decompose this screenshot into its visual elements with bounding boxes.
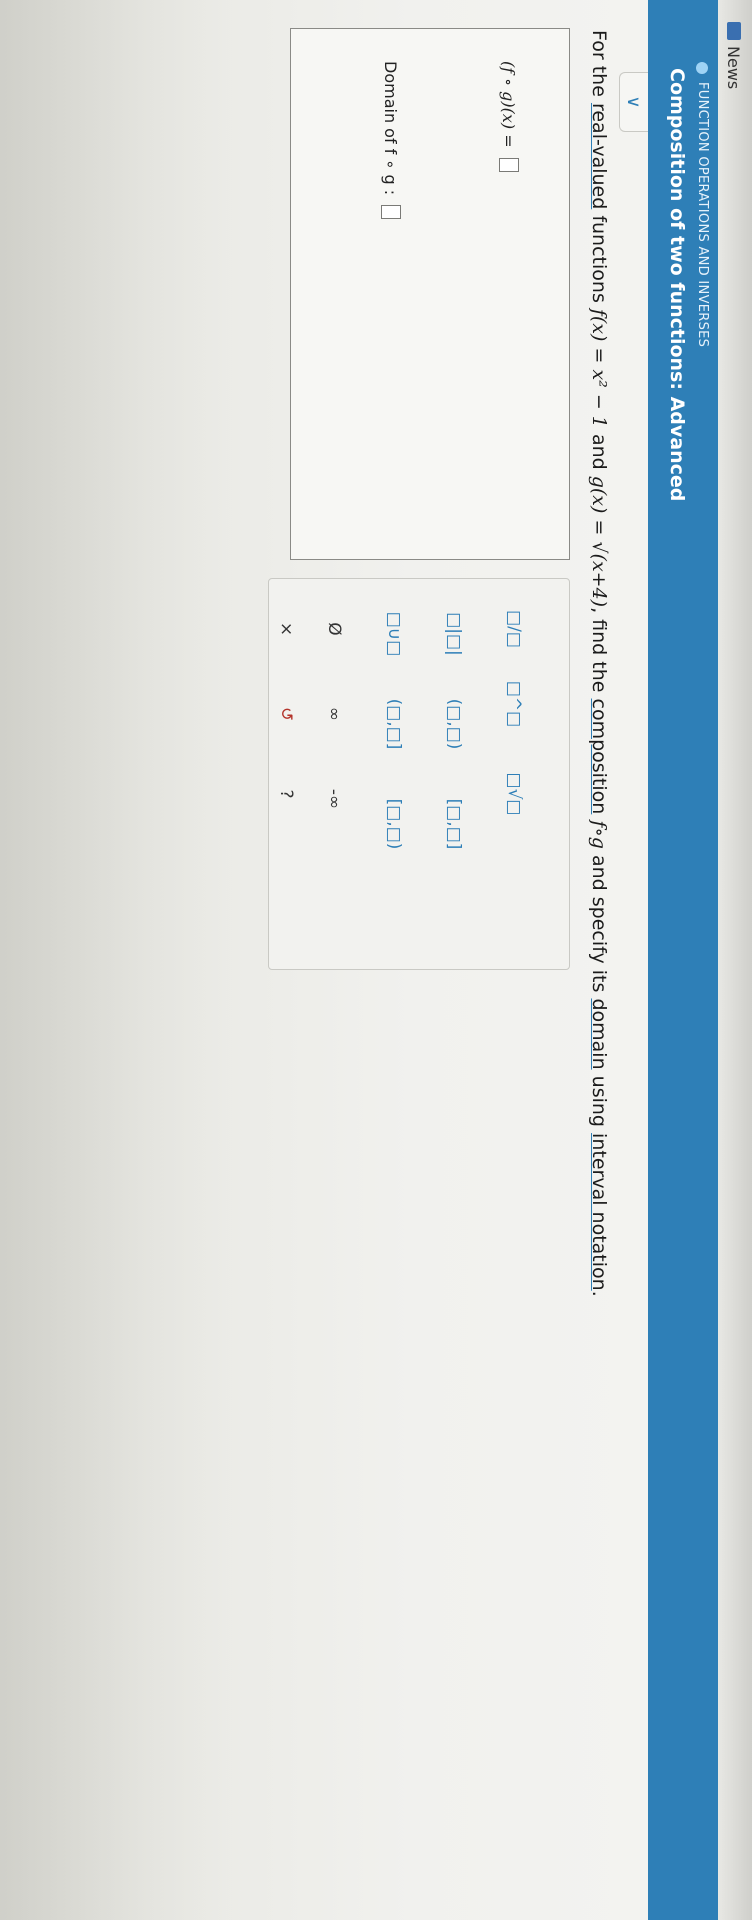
topic-title: Composition of two functions: Advanced <box>666 68 688 502</box>
chevron-down-icon: ∨ <box>623 95 645 109</box>
fog-answer-row: (f ∘ g)(x) = <box>499 61 519 172</box>
section-title: FUNCTION OPERATIONS AND INVERSES <box>695 82 710 348</box>
real-valued-link[interactable]: real-valued <box>588 103 610 209</box>
exponent-key[interactable]: □^□ <box>497 674 531 734</box>
domain-label: Domain of f ∘ g : <box>381 61 401 196</box>
browser-toolbar: News <box>718 0 752 1920</box>
problem-statement: For the real-valued functions f(x) = x² … <box>586 30 612 1910</box>
news-icon <box>727 22 741 40</box>
fraction-key[interactable]: □/□ <box>497 599 531 659</box>
screen: News FUNCTION OPERATIONS AND INVERSES Co… <box>0 0 752 1920</box>
problem-text: . <box>588 1290 610 1297</box>
domain-link[interactable]: domain <box>588 998 610 1069</box>
negative-infinity-key[interactable]: -∞ <box>317 764 351 834</box>
fog-label: (f ∘ g)(x) = <box>499 61 519 148</box>
composition-link[interactable]: composition <box>588 699 610 815</box>
clear-button[interactable]: × <box>269 599 303 659</box>
closed-interval-key[interactable]: [□,□] <box>437 784 471 864</box>
answer-area: (f ∘ g)(x) = Domain of f ∘ g : <box>290 28 570 560</box>
domain-input[interactable] <box>381 205 401 220</box>
section-status-icon <box>696 62 709 74</box>
f-definition: f(x) = x² − 1 <box>588 308 610 428</box>
problem-text: For the <box>588 30 610 97</box>
math-keypad: □/□ □^□ □√□ □|□| (□,□) [□,□] □∪□ (□,□] [… <box>268 578 570 970</box>
problem-text: using <box>588 1075 610 1127</box>
undo-button[interactable]: ↺ <box>269 684 303 744</box>
fog-symbol: f∘g <box>588 820 610 849</box>
help-button[interactable]: ? <box>269 764 303 824</box>
nth-root-key[interactable]: □√□ <box>497 759 531 829</box>
problem-text: , find the <box>588 607 610 693</box>
g-definition: g(x) = √(x+4) <box>588 475 610 608</box>
news-bookmark[interactable]: News <box>722 22 746 89</box>
problem-text: and specify its <box>588 854 610 993</box>
half-open-left-key[interactable]: [□,□) <box>377 784 411 864</box>
union-key[interactable]: □∪□ <box>377 599 411 669</box>
problem-text: functions <box>588 215 610 303</box>
infinity-key[interactable]: ∞ <box>317 684 351 744</box>
news-label: News <box>724 46 744 90</box>
section-line: FUNCTION OPERATIONS AND INVERSES <box>695 62 710 347</box>
absolute-value-key[interactable]: □|□| <box>437 599 471 669</box>
open-interval-key[interactable]: (□,□) <box>437 684 471 764</box>
topic-header: FUNCTION OPERATIONS AND INVERSES Composi… <box>648 0 718 1920</box>
interval-notation-link[interactable]: interval notation <box>588 1133 610 1291</box>
empty-set-key[interactable]: Ø <box>317 599 351 659</box>
half-open-right-key[interactable]: (□,□] <box>377 684 411 764</box>
problem-text: and <box>588 433 610 470</box>
fog-input[interactable] <box>499 157 519 172</box>
domain-answer-row: Domain of f ∘ g : <box>381 61 401 220</box>
collapse-header-button[interactable]: ∨ <box>619 72 648 132</box>
